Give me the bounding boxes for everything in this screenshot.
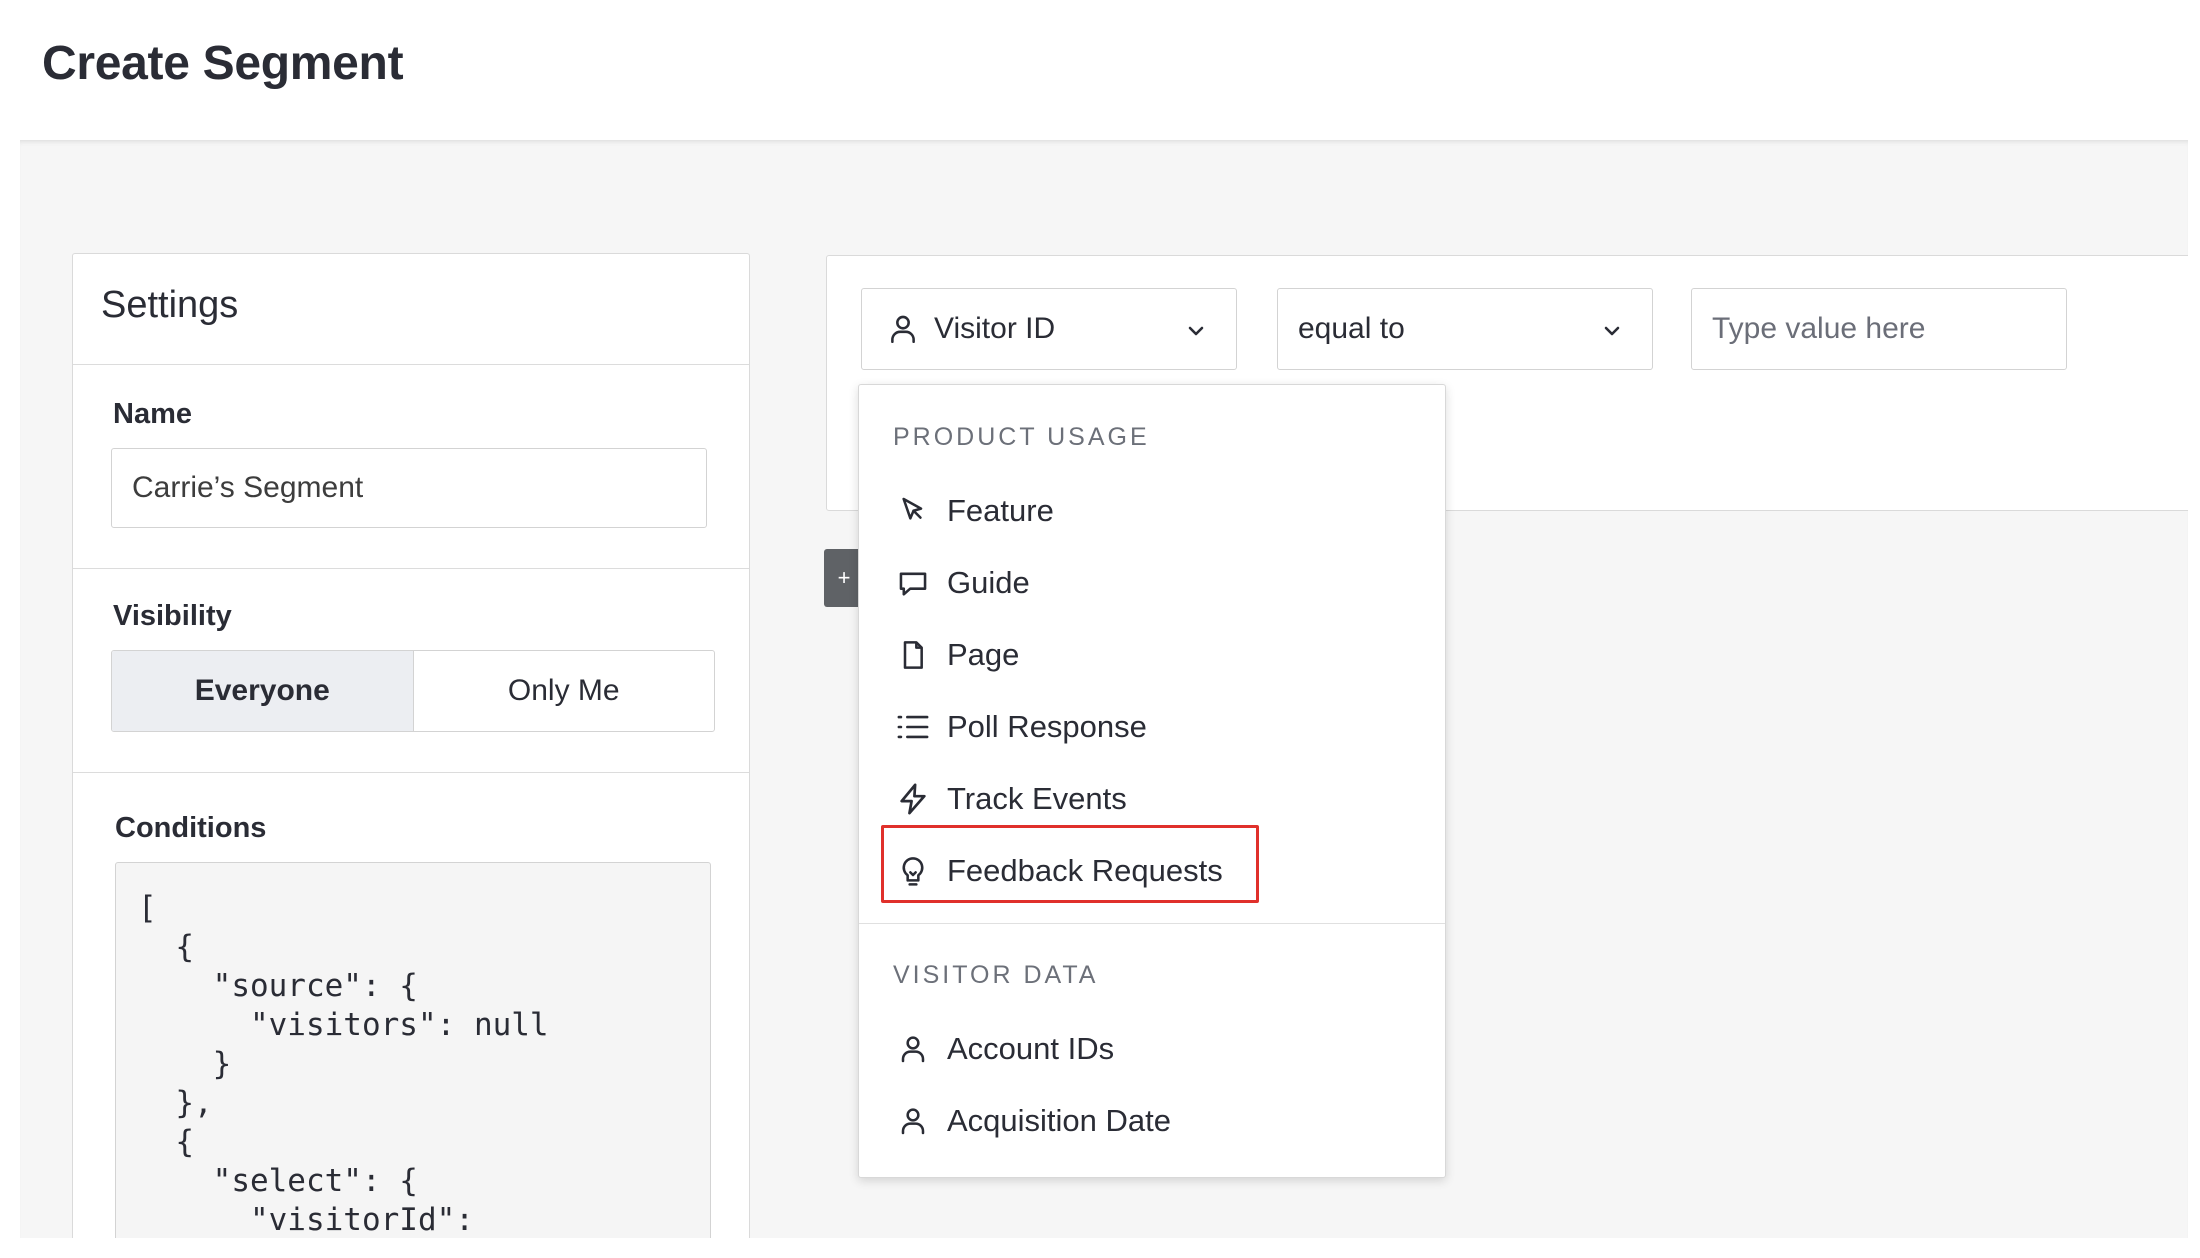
conditions-code-editor[interactable]: [ { "source": { "visitors": null } }, { …: [115, 862, 711, 1245]
dropdown-item-label: Feature: [947, 493, 1054, 528]
dropdown-item-label: Account IDs: [947, 1031, 1115, 1066]
dropdown-section-heading: Product Usage: [893, 423, 1150, 451]
field-select[interactable]: Visitor ID: [861, 288, 1237, 370]
visibility-everyone-button[interactable]: Everyone: [112, 651, 414, 731]
visibility-toggle: Everyone Only Me: [111, 650, 715, 732]
page-header: Create Segment: [0, 0, 2200, 140]
name-label: Name: [113, 398, 192, 430]
visibility-label: Visibility: [113, 600, 232, 632]
conditions-label: Conditions: [115, 812, 267, 844]
dropdown-item-poll-response[interactable]: Poll Response: [893, 699, 1147, 755]
chat-bubble-icon: [893, 563, 933, 603]
dropdown-item-account-ids[interactable]: Account IDs: [893, 1021, 1114, 1077]
bottom-strip: [0, 1238, 2200, 1258]
dropdown-item-label: Track Events: [947, 781, 1127, 816]
lightbulb-icon: [893, 851, 933, 891]
visibility-only-me-button[interactable]: Only Me: [414, 651, 715, 731]
settings-title: Settings: [101, 284, 239, 326]
cursor-icon: [893, 491, 933, 531]
dropdown-item-label: Guide: [947, 565, 1030, 600]
dropdown-item-guide[interactable]: Guide: [893, 555, 1030, 611]
divider: [73, 772, 749, 773]
dropdown-item-track-events[interactable]: Track Events: [893, 771, 1127, 827]
conditions-code: [ { "source": { "visitors": null } }, { …: [138, 890, 549, 1238]
value-input[interactable]: [1691, 288, 2067, 370]
dropdown-item-label: Poll Response: [947, 709, 1147, 744]
user-icon: [893, 1029, 933, 1069]
field-dropdown-menu: Product Usage Feature Guide Page Poll Re…: [858, 384, 1446, 1178]
settings-panel: Settings Name Visibility Everyone Only M…: [72, 253, 750, 1245]
operator-select-value: equal to: [1298, 312, 1405, 345]
user-icon: [893, 1101, 933, 1141]
divider: [73, 568, 749, 569]
operator-select[interactable]: equal to: [1277, 288, 1653, 370]
dropdown-item-feature[interactable]: Feature: [893, 483, 1054, 539]
name-field[interactable]: [111, 448, 707, 528]
dropdown-section-heading: Visitor Data: [893, 961, 1099, 989]
dropdown-item-label: Page: [947, 637, 1020, 672]
chevron-down-icon: [1600, 317, 1624, 351]
user-icon: [886, 312, 920, 346]
dropdown-item-label: Acquisition Date: [947, 1103, 1172, 1138]
chevron-down-icon: [1184, 317, 1208, 351]
field-select-value: Visitor ID: [934, 312, 1056, 345]
page-title: Create Segment: [42, 37, 404, 90]
lightning-icon: [893, 779, 933, 819]
dropdown-item-label: Feedback Requests: [947, 853, 1223, 888]
dropdown-divider: [859, 923, 1445, 924]
divider: [73, 364, 749, 365]
dropdown-item-feedback-requests[interactable]: Feedback Requests: [893, 843, 1223, 899]
document-icon: [893, 635, 933, 675]
list-icon: [893, 707, 933, 747]
dropdown-item-acquisition-date[interactable]: Acquisition Date: [893, 1093, 1171, 1149]
dropdown-item-page[interactable]: Page: [893, 627, 1019, 683]
